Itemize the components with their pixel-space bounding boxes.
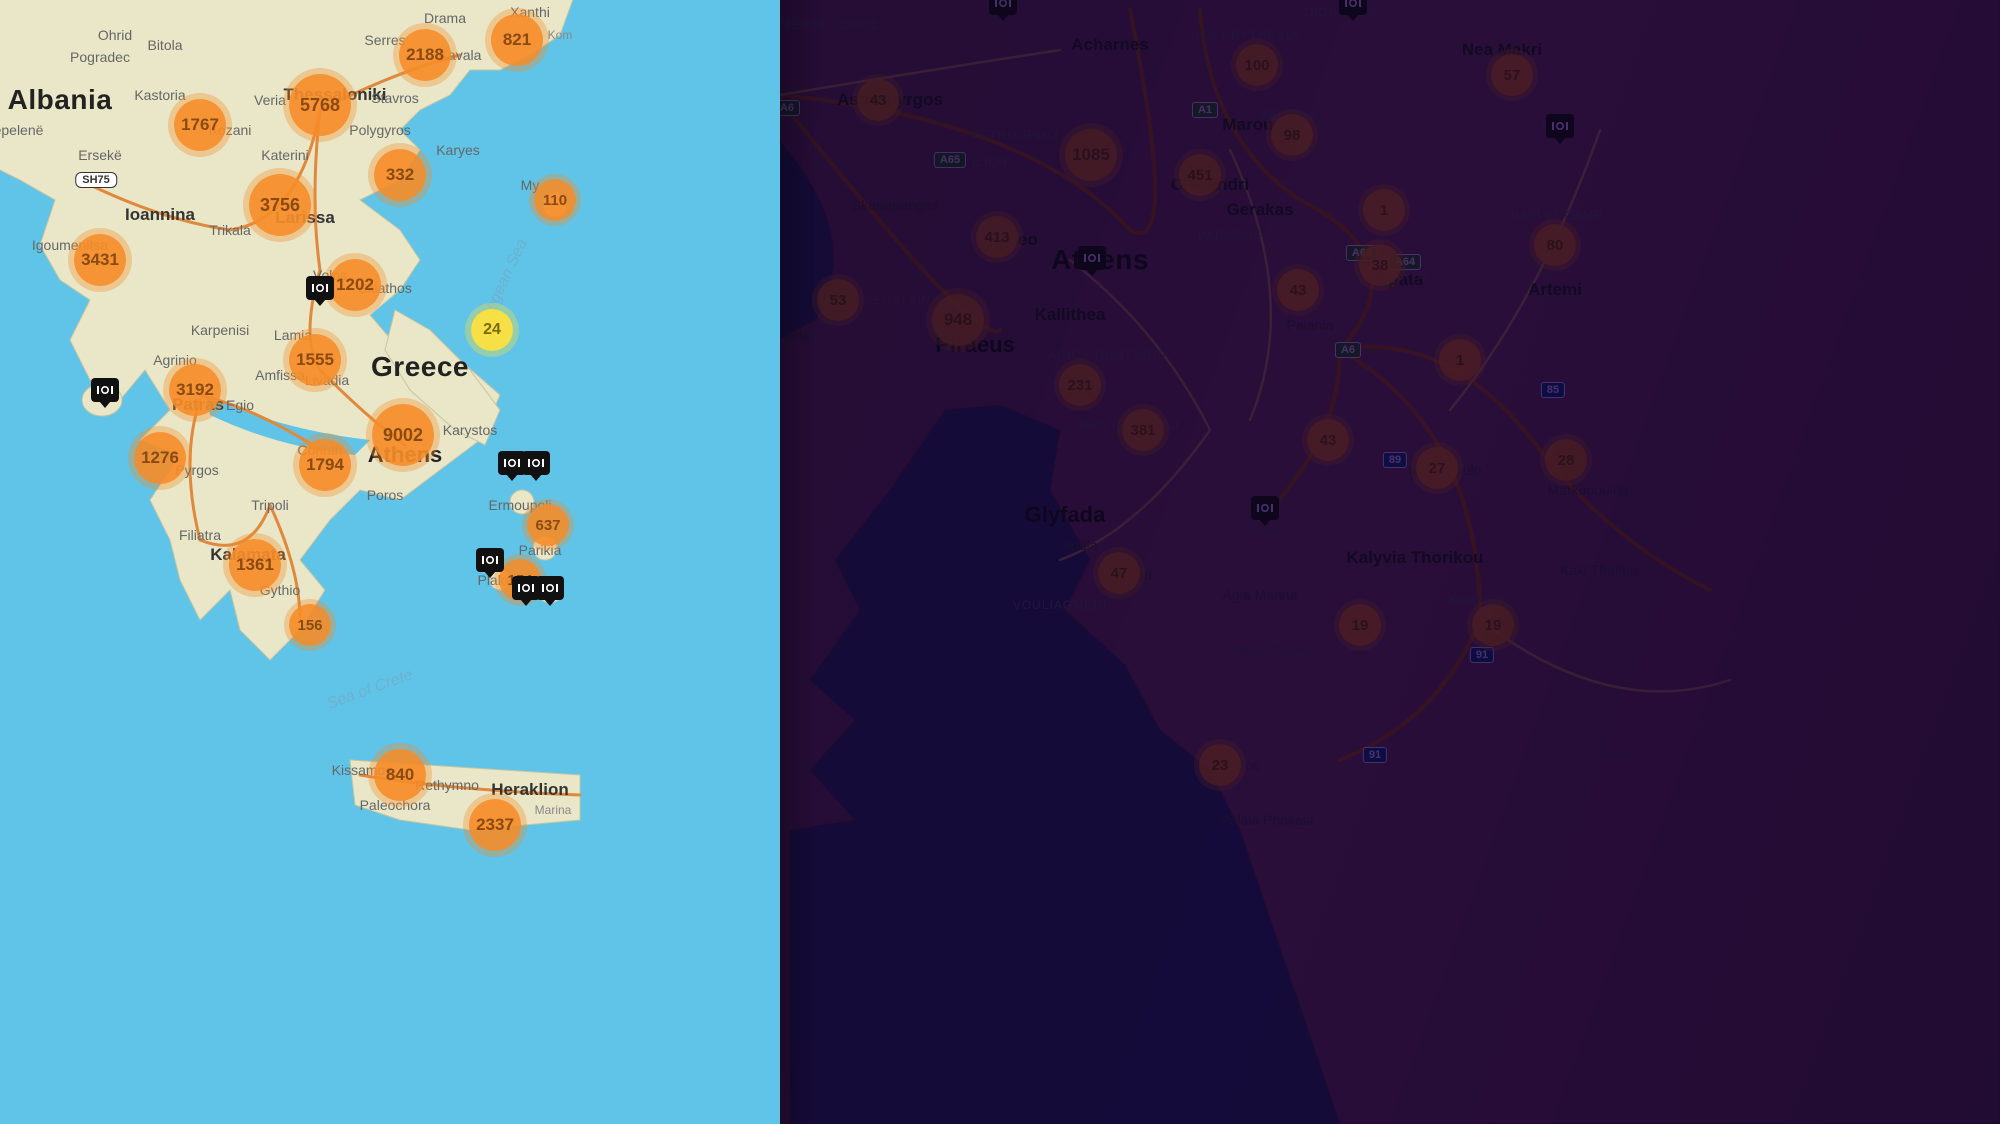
- cluster-marker[interactable]: 451: [1179, 154, 1221, 196]
- cluster-marker[interactable]: 28: [1545, 439, 1587, 481]
- poi-marker[interactable]: [476, 548, 504, 572]
- poi-marker[interactable]: [1546, 114, 1574, 138]
- poi-marker[interactable]: [1078, 246, 1106, 270]
- cluster-marker[interactable]: 231: [1059, 364, 1101, 406]
- cluster-marker[interactable]: 3756: [249, 174, 311, 236]
- cluster-marker[interactable]: 821: [491, 14, 543, 66]
- cluster-marker[interactable]: 80: [1534, 224, 1576, 266]
- cluster-marker[interactable]: 381: [1122, 409, 1164, 451]
- cluster-marker[interactable]: 332: [374, 149, 426, 201]
- cluster-marker[interactable]: 23: [1199, 744, 1241, 786]
- cluster-marker[interactable]: 110: [534, 179, 576, 221]
- map-split-view: AlbaniaGreeceOhridBitolaPogradecDramaXan…: [0, 0, 2000, 1124]
- cluster-marker[interactable]: 53: [817, 279, 859, 321]
- cluster-marker[interactable]: 98: [1271, 114, 1313, 156]
- cluster-marker[interactable]: 1361: [229, 539, 281, 591]
- cluster-marker[interactable]: 19: [1339, 604, 1381, 646]
- cluster-marker[interactable]: 9002: [372, 404, 434, 466]
- cluster-marker[interactable]: 2188: [399, 29, 451, 81]
- cluster-marker[interactable]: 1202: [329, 259, 381, 311]
- cluster-marker[interactable]: 27: [1416, 447, 1458, 489]
- poi-marker[interactable]: [536, 576, 564, 600]
- cluster-marker[interactable]: 1555: [289, 334, 341, 386]
- cluster-marker[interactable]: 1: [1363, 189, 1405, 231]
- cluster-marker[interactable]: 19: [1472, 604, 1514, 646]
- poi-marker[interactable]: [1251, 496, 1279, 520]
- cluster-marker[interactable]: 3431: [74, 234, 126, 286]
- map-left-greece[interactable]: AlbaniaGreeceOhridBitolaPogradecDramaXan…: [0, 0, 780, 1124]
- cluster-marker[interactable]: 637: [527, 504, 569, 546]
- cluster-marker[interactable]: 47: [1098, 552, 1140, 594]
- poi-marker[interactable]: [91, 378, 119, 402]
- cluster-marker[interactable]: 2337: [469, 799, 521, 851]
- cluster-marker[interactable]: 43: [1307, 419, 1349, 461]
- cluster-marker[interactable]: 413: [976, 216, 1018, 258]
- cluster-marker[interactable]: 100: [1236, 44, 1278, 86]
- cluster-marker[interactable]: 1276: [134, 432, 186, 484]
- poi-marker[interactable]: [1339, 0, 1367, 15]
- cluster-marker[interactable]: 1767: [174, 99, 226, 151]
- map-right-svg: [780, 0, 2000, 1124]
- cluster-marker[interactable]: 1794: [299, 439, 351, 491]
- cluster-marker[interactable]: 948: [932, 294, 984, 346]
- cluster-marker[interactable]: 1: [1439, 339, 1481, 381]
- cluster-marker[interactable]: 840: [374, 749, 426, 801]
- map-right-athens[interactable]: AthensAspropyrgosAcharnesMarousiNea Makr…: [780, 0, 2000, 1124]
- cluster-marker[interactable]: 156: [289, 604, 331, 646]
- cluster-marker[interactable]: 43: [857, 79, 899, 121]
- cluster-marker[interactable]: 3192: [169, 364, 221, 416]
- cluster-marker[interactable]: 1085: [1065, 129, 1117, 181]
- cluster-marker[interactable]: 57: [1491, 54, 1533, 96]
- poi-marker[interactable]: [989, 0, 1017, 15]
- cluster-marker[interactable]: 43: [1277, 269, 1319, 311]
- cluster-marker[interactable]: 24: [471, 309, 513, 351]
- cluster-marker[interactable]: 38: [1359, 244, 1401, 286]
- poi-marker[interactable]: [306, 276, 334, 300]
- cluster-marker[interactable]: 5768: [289, 74, 351, 136]
- poi-marker[interactable]: [522, 451, 550, 475]
